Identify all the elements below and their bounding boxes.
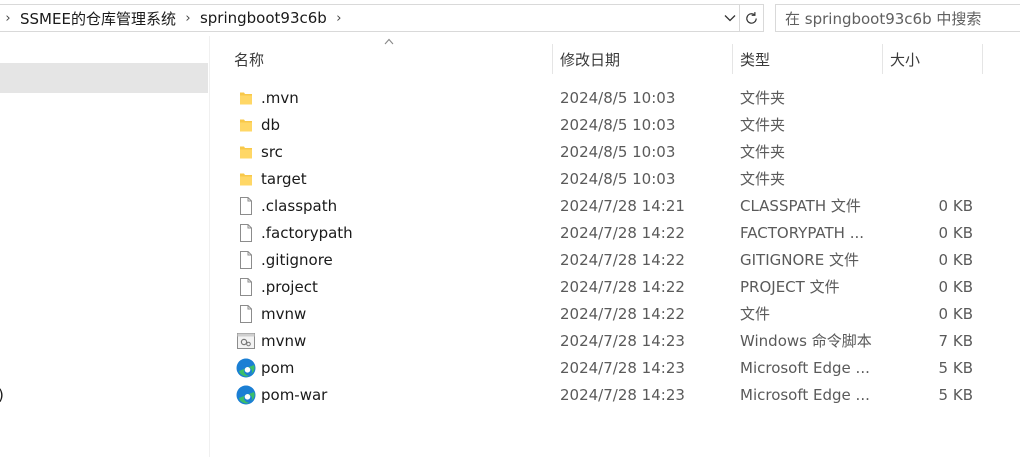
file-date: 2024/7/28 14:21 <box>560 196 685 215</box>
file-type: 文件夹 <box>740 116 786 134</box>
column-header-date-label: 修改日期 <box>560 50 621 69</box>
file-row[interactable]: src 2024/8/5 10:03 文件夹 <box>0 138 1020 165</box>
refresh-icon <box>746 11 757 24</box>
file-type: 文件夹 <box>740 143 786 161</box>
address-bar: › SSMEE的仓库管理系统 › springboot93c6b › 在 spr… <box>0 0 1020 36</box>
file-icon <box>236 273 256 300</box>
file-size <box>890 165 973 192</box>
file-type: CLASSPATH 文件 <box>740 197 861 215</box>
edge-icon <box>236 381 256 408</box>
file-type: GITIGNORE 文件 <box>740 251 859 269</box>
file-date: 2024/7/28 14:22 <box>560 277 685 296</box>
file-row[interactable]: .gitignore 2024/7/28 14:22 GITIGNORE 文件 0 K… <box>0 246 1020 273</box>
file-type: 文件夹 <box>740 89 786 107</box>
file-size: 5 KB <box>938 385 973 404</box>
file-size: 7 KB <box>938 331 973 350</box>
search-input[interactable]: 在 springboot93c6b 中搜索 <box>775 4 1020 32</box>
address-history-dropdown[interactable] <box>721 5 739 31</box>
file-date: 2024/8/5 10:03 <box>560 142 676 161</box>
breadcrumb-item-parent[interactable]: SSMEE的仓库管理系统 <box>16 8 180 29</box>
file-name[interactable]: .gitignore <box>261 246 333 273</box>
column-divider[interactable] <box>982 44 983 74</box>
file-size: 0 KB <box>938 304 973 323</box>
file-name[interactable]: target <box>261 165 307 192</box>
file-size <box>890 84 973 111</box>
column-header-size-label: 大小 <box>890 50 921 69</box>
file-type: Microsoft Edge ... <box>740 385 870 404</box>
file-row[interactable]: pom-war 2024/7/28 14:23 Microsoft Edge ...… <box>0 381 1020 408</box>
file-date: 2024/8/5 10:03 <box>560 88 676 107</box>
file-type: PROJECT 文件 <box>740 278 840 296</box>
file-date: 2024/7/28 14:23 <box>560 358 685 377</box>
file-row[interactable]: .factorypath 2024/7/28 14:22 FACTORYPATH .… <box>0 219 1020 246</box>
folder-icon <box>236 111 256 138</box>
file-size: 0 KB <box>938 196 973 215</box>
file-date: 2024/8/5 10:03 <box>560 115 676 134</box>
column-header-name-label: 名称 <box>234 50 265 69</box>
file-size: 5 KB <box>938 358 973 377</box>
file-name[interactable]: mvnw <box>261 327 306 354</box>
file-date: 2024/7/28 14:22 <box>560 304 685 323</box>
folder-icon <box>236 138 256 165</box>
file-type: 文件 <box>740 305 771 323</box>
script-icon <box>236 327 256 354</box>
file-type: FACTORYPATH ... <box>740 223 865 242</box>
file-row[interactable]: mvnw 2024/7/28 14:23 Windows 命令脚本 7 KB <box>0 327 1020 354</box>
file-date: 2024/7/28 14:23 <box>560 385 685 404</box>
file-size: 0 KB <box>938 223 973 242</box>
file-row[interactable]: db 2024/8/5 10:03 文件夹 <box>0 111 1020 138</box>
chevron-right-icon[interactable]: › <box>180 11 196 26</box>
file-size <box>890 111 973 138</box>
column-header-type-label: 类型 <box>740 50 771 69</box>
file-row[interactable]: .project 2024/7/28 14:22 PROJECT 文件 0 KB <box>0 273 1020 300</box>
file-date: 2024/7/28 14:22 <box>560 223 685 242</box>
chevron-right-icon[interactable]: › <box>331 11 347 26</box>
column-header-date[interactable]: 修改日期 <box>560 44 732 74</box>
file-name[interactable]: .factorypath <box>261 219 353 246</box>
refresh-button[interactable] <box>740 4 764 32</box>
file-date: 2024/8/5 10:03 <box>560 169 676 188</box>
file-name[interactable]: pom-war <box>261 381 327 408</box>
file-row[interactable]: mvnw 2024/7/28 14:22 文件 0 KB <box>0 300 1020 327</box>
file-type: Windows 命令脚本 <box>740 332 872 350</box>
column-header-name[interactable]: 名称 <box>234 44 552 74</box>
file-type: Microsoft Edge ... <box>740 358 870 377</box>
file-name[interactable]: .project <box>261 273 318 300</box>
file-row[interactable]: pom 2024/7/28 14:23 Microsoft Edge ... 5 KB <box>0 354 1020 381</box>
file-name[interactable]: src <box>261 138 283 165</box>
chevron-down-icon <box>724 15 736 22</box>
breadcrumb-item-current[interactable]: springboot93c6b <box>196 9 331 27</box>
column-divider[interactable] <box>552 44 553 74</box>
file-date: 2024/7/28 14:22 <box>560 250 685 269</box>
file-icon <box>236 192 256 219</box>
column-divider[interactable] <box>732 44 733 74</box>
file-name[interactable]: mvnw <box>261 300 306 327</box>
column-header-type[interactable]: 类型 <box>740 44 882 74</box>
file-icon <box>236 300 256 327</box>
folder-icon <box>236 165 256 192</box>
file-icon <box>236 219 256 246</box>
file-list: .mvn 2024/8/5 10:03 文件夹 db 2024/8/5 10:03 文件夹… <box>0 84 1020 408</box>
file-row[interactable]: .mvn 2024/8/5 10:03 文件夹 <box>0 84 1020 111</box>
file-type: 文件夹 <box>740 170 786 188</box>
column-divider[interactable] <box>882 44 883 74</box>
file-name[interactable]: db <box>261 111 280 138</box>
file-name[interactable]: .mvn <box>261 84 299 111</box>
breadcrumb[interactable]: › SSMEE的仓库管理系统 › springboot93c6b › <box>0 4 740 32</box>
file-size <box>890 138 973 165</box>
file-icon <box>236 246 256 273</box>
file-row[interactable]: .classpath 2024/7/28 14:21 CLASSPATH 文件 0 K… <box>0 192 1020 219</box>
file-size: 0 KB <box>938 250 973 269</box>
edge-icon <box>236 354 256 381</box>
search-placeholder: 在 springboot93c6b 中搜索 <box>785 9 982 28</box>
folder-icon <box>236 84 256 111</box>
file-row[interactable]: target 2024/8/5 10:03 文件夹 <box>0 165 1020 192</box>
file-name[interactable]: pom <box>261 354 294 381</box>
chevron-right-icon[interactable]: › <box>0 11 16 26</box>
file-name[interactable]: .classpath <box>261 192 337 219</box>
column-header-size[interactable]: 大小 <box>890 44 982 74</box>
file-date: 2024/7/28 14:23 <box>560 331 685 350</box>
file-size: 0 KB <box>938 277 973 296</box>
